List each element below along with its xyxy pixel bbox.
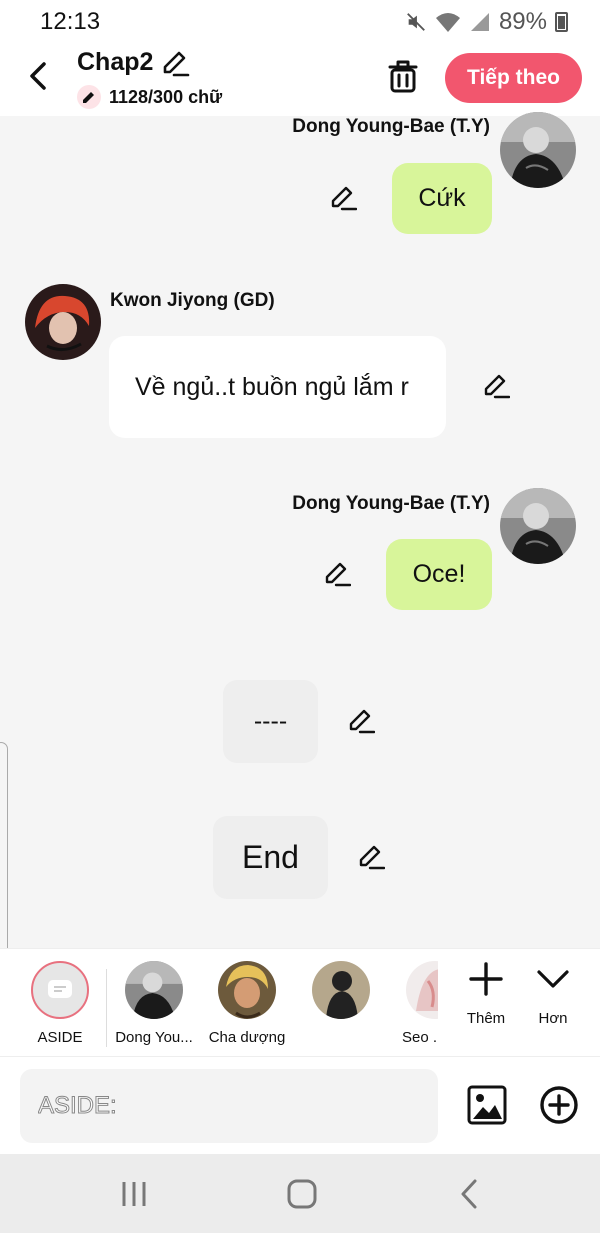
plus-icon bbox=[469, 962, 503, 996]
edit-message-icon[interactable] bbox=[357, 843, 385, 871]
more-button[interactable]: Thêm bbox=[456, 961, 516, 1027]
avatar bbox=[312, 961, 370, 1019]
nav-back-icon[interactable] bbox=[452, 1176, 488, 1212]
avatar bbox=[406, 961, 438, 1019]
speaker-name: Dong Young-Bae (T.Y) bbox=[292, 493, 490, 514]
trash-icon[interactable] bbox=[386, 58, 420, 94]
aside-text: ---- bbox=[253, 707, 288, 735]
composer bbox=[0, 1056, 600, 1154]
next-button[interactable]: Tiếp theo bbox=[445, 53, 582, 103]
edit-message-icon[interactable] bbox=[323, 560, 351, 588]
aside-bubble[interactable]: ---- bbox=[223, 680, 318, 763]
chevron-down-icon bbox=[537, 970, 569, 988]
wifi-icon bbox=[435, 13, 460, 32]
character-name: Seo . bbox=[402, 1029, 438, 1046]
back-icon[interactable] bbox=[24, 58, 54, 94]
message-text: Oce! bbox=[412, 560, 466, 588]
edit-message-icon[interactable] bbox=[347, 707, 375, 735]
chat-bubble-icon bbox=[48, 980, 72, 998]
character-aside[interactable]: ASIDE bbox=[15, 961, 105, 1046]
message-input[interactable] bbox=[20, 1069, 438, 1143]
character-name: Dong You... bbox=[115, 1029, 193, 1046]
battery-icon bbox=[555, 12, 568, 32]
message-bubble[interactable]: Về ngủ..t buồn ngủ lắm r bbox=[109, 336, 446, 438]
aside-text: End bbox=[242, 839, 299, 875]
aside-avatar bbox=[31, 961, 89, 1019]
message-bubble[interactable]: Cứk bbox=[392, 163, 492, 234]
divider bbox=[106, 969, 107, 1047]
recents-icon[interactable] bbox=[116, 1176, 152, 1212]
character-seo[interactable]: Seo . bbox=[388, 961, 438, 1046]
add-circle-icon[interactable] bbox=[539, 1085, 579, 1125]
edit-message-icon[interactable] bbox=[482, 372, 510, 400]
image-icon[interactable] bbox=[467, 1085, 507, 1125]
avatar bbox=[218, 961, 276, 1019]
home-icon[interactable] bbox=[284, 1176, 320, 1212]
expand-label: Hơn bbox=[538, 1010, 568, 1027]
avatar[interactable] bbox=[500, 112, 576, 188]
editor-header: Chap2 1128/300 chữ Tiếp theo bbox=[0, 40, 600, 116]
word-count: 1128/300 chữ bbox=[77, 85, 222, 109]
system-nav-bar bbox=[0, 1154, 600, 1233]
speaker-name: Dong Young-Bae (T.Y) bbox=[292, 116, 490, 137]
message-text: Cứk bbox=[418, 184, 466, 212]
expand-button[interactable]: Hơn bbox=[523, 961, 583, 1027]
character-unnamed[interactable] bbox=[296, 961, 386, 1029]
message-text: Về ngủ..t buồn ngủ lắm r bbox=[135, 373, 409, 401]
battery-percent: 89% bbox=[498, 8, 547, 35]
status-icons: 89% bbox=[405, 8, 568, 36]
avatar bbox=[125, 961, 183, 1019]
message-bubble[interactable]: Oce! bbox=[386, 539, 492, 610]
character-dong-young-bae[interactable]: Dong You... bbox=[109, 961, 199, 1046]
character-bar: ASIDE Dong You... Cha dượng Seo . Thêm H… bbox=[0, 948, 600, 1056]
character-name: Cha dượng bbox=[208, 1029, 286, 1046]
avatar[interactable] bbox=[25, 284, 101, 360]
mute-icon bbox=[407, 13, 425, 31]
more-label: Thêm bbox=[466, 1010, 506, 1027]
edit-message-icon[interactable] bbox=[329, 184, 357, 212]
avatar[interactable] bbox=[500, 488, 576, 564]
status-time: 12:13 bbox=[40, 8, 101, 35]
edge-panel-handle[interactable] bbox=[0, 742, 8, 970]
character-name: ASIDE bbox=[37, 1029, 83, 1046]
aside-bubble[interactable]: End bbox=[213, 816, 328, 899]
pencil-icon bbox=[77, 85, 101, 109]
character-cha-duong[interactable]: Cha dượng bbox=[202, 961, 292, 1046]
signal-icon bbox=[470, 13, 489, 31]
speaker-name: Kwon Jiyong (GD) bbox=[110, 290, 275, 311]
edit-title-icon[interactable] bbox=[160, 50, 190, 78]
status-bar: 12:13 89% bbox=[0, 0, 600, 40]
chapter-title: Chap2 bbox=[77, 48, 154, 76]
word-count-text: 1128/300 chữ bbox=[109, 86, 223, 107]
